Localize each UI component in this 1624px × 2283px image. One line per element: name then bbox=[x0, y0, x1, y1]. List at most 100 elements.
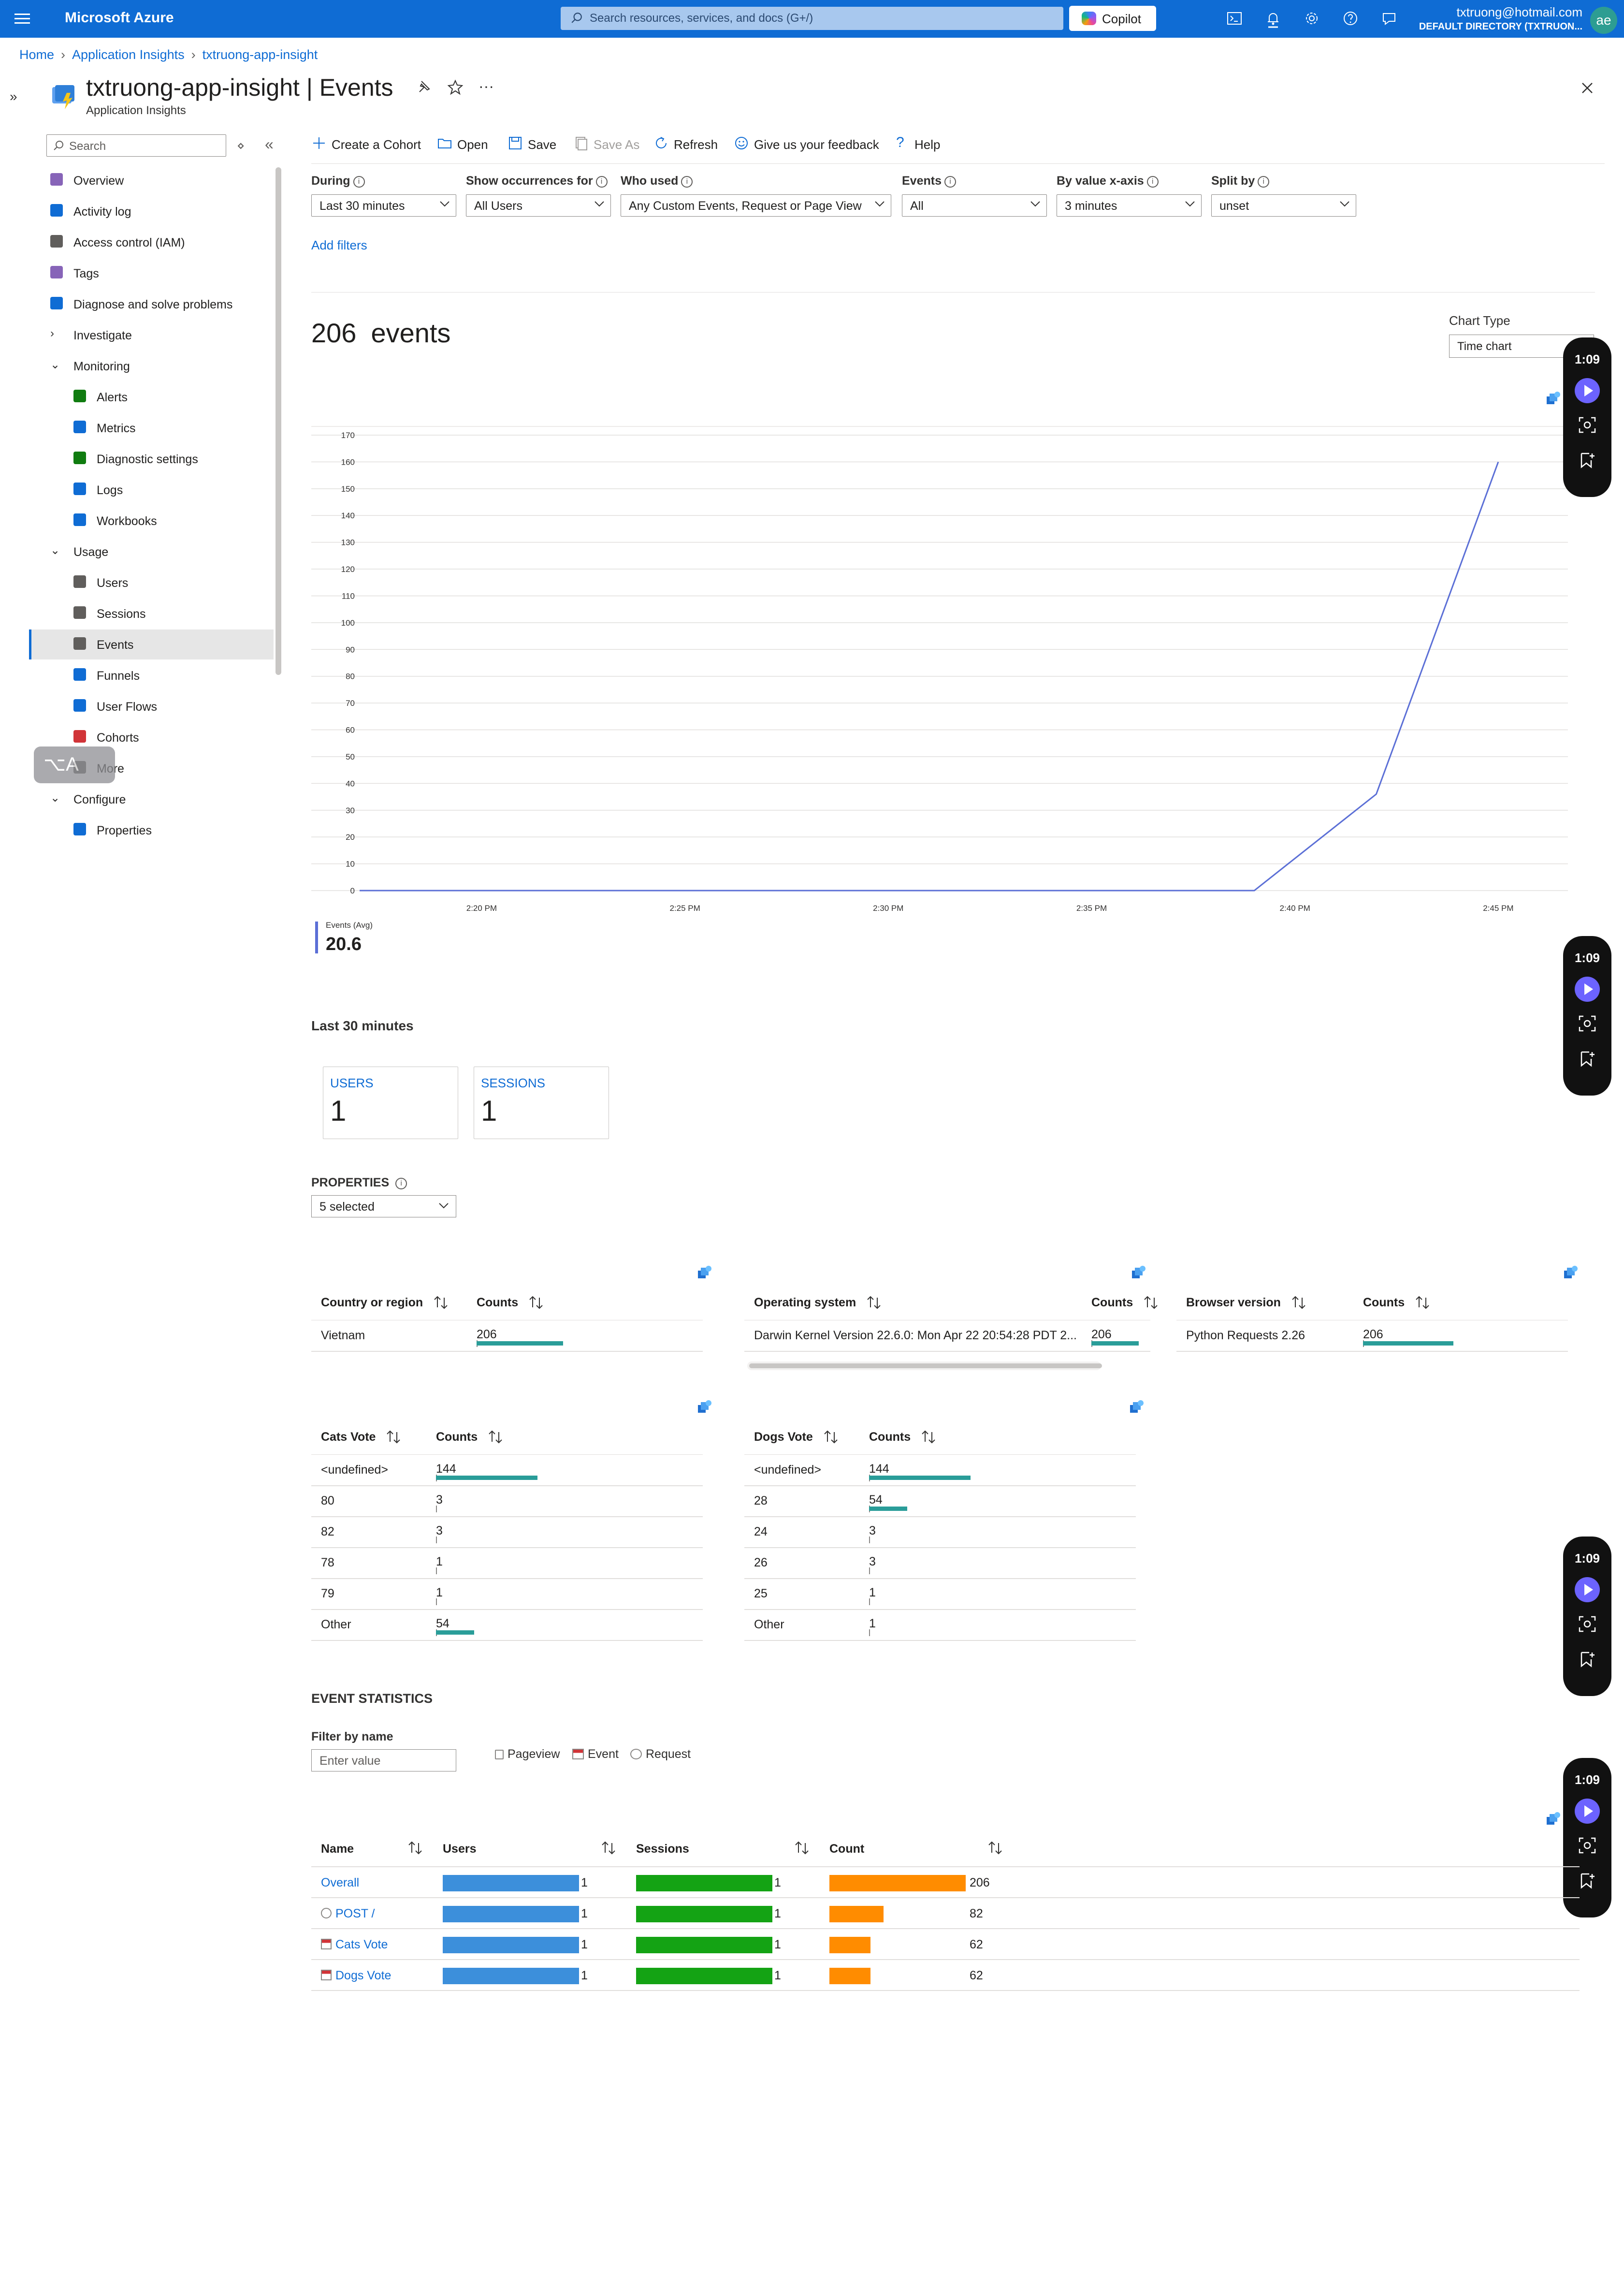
sidebar-item-alerts[interactable]: Alerts bbox=[29, 382, 274, 412]
event-name-link[interactable]: Cats Vote bbox=[321, 1938, 388, 1952]
column-header-counts[interactable]: Counts bbox=[436, 1430, 504, 1454]
table-row[interactable]: Dogs Vote 1 1 62 bbox=[311, 1960, 1580, 1991]
sidebar-item-user-flows[interactable]: User Flows bbox=[29, 691, 274, 721]
sidebar-item-monitoring[interactable]: ⌄ Monitoring bbox=[29, 351, 274, 381]
sidebar-item-logs[interactable]: Logs bbox=[29, 475, 274, 505]
screenshot-icon[interactable] bbox=[1579, 1015, 1596, 1032]
sidebar-item-properties[interactable]: Properties bbox=[29, 815, 274, 845]
sort-arrows-icon[interactable] bbox=[866, 1296, 882, 1309]
pin-icon[interactable] bbox=[415, 78, 432, 96]
sort-arrows-icon[interactable] bbox=[1290, 1296, 1307, 1309]
favorite-star-icon[interactable] bbox=[447, 78, 464, 96]
sessions-card[interactable]: SESSIONS 1 bbox=[474, 1067, 609, 1139]
table-row[interactable]: <undefined> 144 bbox=[311, 1455, 703, 1486]
column-header-name[interactable]: Country or region bbox=[321, 1296, 449, 1320]
sort-menu-icon[interactable]: ⋄ bbox=[237, 138, 245, 153]
notifications-bell-icon[interactable] bbox=[1263, 9, 1283, 28]
screenshot-icon[interactable] bbox=[1579, 1616, 1596, 1632]
table-row[interactable]: 82 3 bbox=[311, 1517, 703, 1548]
column-header-counts[interactable]: Counts bbox=[1091, 1296, 1159, 1320]
table-row[interactable]: 25 1 bbox=[744, 1579, 1136, 1610]
split-by-dropdown[interactable]: unset bbox=[1211, 194, 1356, 217]
portal-brand[interactable]: Microsoft Azure bbox=[65, 10, 174, 26]
sidebar-item-diagnose-and-solve-problems[interactable]: Diagnose and solve problems bbox=[29, 289, 274, 319]
sidebar-item-investigate[interactable]: › Investigate bbox=[29, 320, 274, 350]
table-row[interactable]: <undefined> 144 bbox=[744, 1455, 1136, 1486]
help-icon[interactable] bbox=[1341, 9, 1360, 28]
events-dropdown[interactable]: All bbox=[902, 194, 1047, 217]
table-row[interactable]: Other 54 bbox=[311, 1610, 703, 1641]
screenshot-icon[interactable] bbox=[1579, 417, 1596, 433]
column-header-counts[interactable]: Counts bbox=[869, 1430, 937, 1454]
open-in-logs-icon[interactable] bbox=[1545, 1811, 1561, 1828]
sidebar-item-activity-log[interactable]: Activity log bbox=[29, 196, 274, 226]
breadcrumb-home[interactable]: Home bbox=[19, 47, 54, 62]
collapse-sidebar-icon[interactable]: « bbox=[265, 135, 274, 153]
settings-gear-icon[interactable] bbox=[1302, 9, 1321, 28]
event-name-link[interactable]: Dogs Vote bbox=[321, 1969, 391, 1983]
by-value-dropdown[interactable]: 3 minutes bbox=[1057, 194, 1202, 217]
copilot-button[interactable]: Copilot bbox=[1069, 6, 1156, 31]
table-row[interactable]: Vietnam 206 bbox=[311, 1321, 703, 1352]
play-button-icon[interactable] bbox=[1575, 1799, 1600, 1824]
sort-arrows-icon[interactable] bbox=[433, 1296, 449, 1309]
sidebar-item-workbooks[interactable]: Workbooks bbox=[29, 506, 274, 536]
table-row[interactable]: 26 3 bbox=[744, 1548, 1136, 1579]
table-row[interactable]: Overall 1 1 206 bbox=[311, 1867, 1580, 1898]
sort-arrows-icon[interactable] bbox=[528, 1296, 544, 1309]
feedback-icon[interactable] bbox=[1379, 9, 1399, 28]
cloud-shell-icon[interactable] bbox=[1225, 9, 1244, 28]
column-header-name[interactable]: Operating system bbox=[754, 1296, 882, 1320]
table-row[interactable]: Python Requests 2.26 206 bbox=[1176, 1321, 1568, 1352]
column-header-name[interactable]: Dogs Vote bbox=[754, 1430, 839, 1454]
open-in-logs-icon[interactable] bbox=[1130, 1265, 1146, 1281]
table-row[interactable]: 80 3 bbox=[311, 1486, 703, 1517]
bookmark-add-icon[interactable] bbox=[1579, 1651, 1596, 1668]
sidebar-scrollbar[interactable] bbox=[276, 167, 281, 675]
sidebar-item-configure[interactable]: ⌄ Configure bbox=[29, 784, 274, 814]
sidebar-search-input[interactable]: Search bbox=[46, 134, 226, 157]
column-header-name[interactable]: Cats Vote bbox=[321, 1430, 402, 1454]
open-in-logs-icon[interactable] bbox=[1562, 1265, 1579, 1281]
expand-menu-icon[interactable]: » bbox=[10, 89, 17, 104]
column-header-users[interactable]: Users bbox=[443, 1842, 477, 1856]
sort-arrows-icon[interactable] bbox=[794, 1841, 810, 1855]
avatar[interactable]: ae bbox=[1590, 7, 1617, 34]
sidebar-item-metrics[interactable]: Metrics bbox=[29, 413, 274, 443]
sort-arrows-icon[interactable] bbox=[385, 1430, 402, 1444]
bookmark-add-icon[interactable] bbox=[1579, 452, 1596, 469]
play-button-icon[interactable] bbox=[1575, 977, 1600, 1002]
sort-arrows-icon[interactable] bbox=[823, 1430, 839, 1444]
table-row[interactable]: POST / 1 1 82 bbox=[311, 1898, 1580, 1929]
who-used-dropdown[interactable]: Any Custom Events, Request or Page View bbox=[621, 194, 891, 217]
event-name-link[interactable]: POST / bbox=[321, 1907, 375, 1921]
sort-arrows-icon[interactable] bbox=[487, 1430, 504, 1444]
play-button-icon[interactable] bbox=[1575, 1577, 1600, 1602]
sidebar-item-usage[interactable]: ⌄ Usage bbox=[29, 537, 274, 567]
sort-arrows-icon[interactable] bbox=[1143, 1296, 1159, 1309]
open-in-logs-icon[interactable] bbox=[1545, 391, 1561, 407]
bookmark-add-icon[interactable] bbox=[1579, 1050, 1596, 1068]
table-row[interactable]: 28 54 bbox=[744, 1486, 1136, 1517]
table-row[interactable]: 78 1 bbox=[311, 1548, 703, 1579]
column-header-name[interactable]: Name bbox=[321, 1842, 354, 1856]
during-dropdown[interactable]: Last 30 minutes bbox=[311, 194, 456, 217]
table-row[interactable]: Cats Vote 1 1 62 bbox=[311, 1929, 1580, 1960]
more-options-icon[interactable]: ··· bbox=[478, 77, 494, 95]
table-row[interactable]: 79 1 bbox=[311, 1579, 703, 1610]
bookmark-add-icon[interactable] bbox=[1579, 1872, 1596, 1889]
column-header-name[interactable]: Browser version bbox=[1186, 1296, 1307, 1320]
open-in-logs-icon[interactable] bbox=[696, 1399, 712, 1416]
users-card[interactable]: USERS 1 bbox=[323, 1067, 458, 1139]
account-info[interactable]: txtruong@hotmail.com DEFAULT DIRECTORY (… bbox=[1419, 5, 1582, 34]
breadcrumb-app-insights[interactable]: Application Insights bbox=[72, 47, 185, 62]
column-header-sessions[interactable]: Sessions bbox=[636, 1842, 689, 1856]
sidebar-item-sessions[interactable]: Sessions bbox=[29, 599, 274, 629]
table-row[interactable]: 24 3 bbox=[744, 1517, 1136, 1548]
table-row[interactable]: Other 1 bbox=[744, 1610, 1136, 1641]
close-icon[interactable] bbox=[1579, 79, 1596, 97]
column-header-counts[interactable]: Counts bbox=[1363, 1296, 1431, 1320]
occurrences-dropdown[interactable]: All Users bbox=[466, 194, 611, 217]
screenshot-icon[interactable] bbox=[1579, 1837, 1596, 1854]
sidebar-item-overview[interactable]: Overview bbox=[29, 165, 274, 195]
